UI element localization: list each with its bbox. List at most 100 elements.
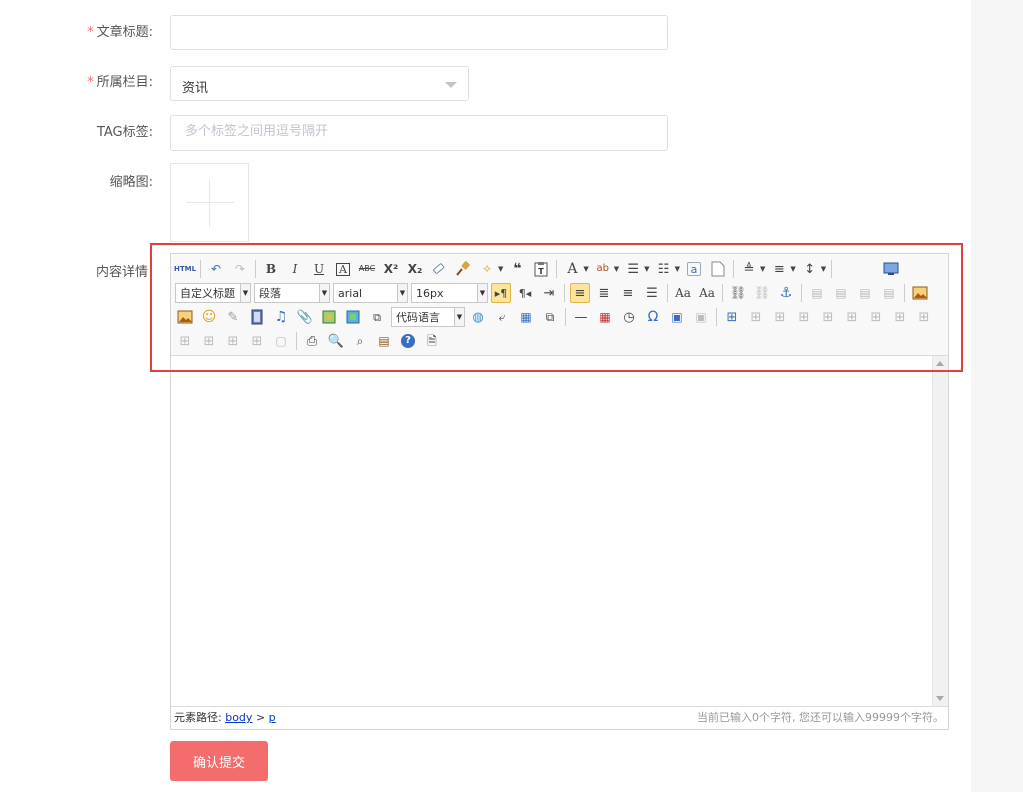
horizontal-rule-icon[interactable]: — [571, 307, 591, 327]
caret-down-icon[interactable]: ▼ [498, 265, 503, 273]
path-link-body[interactable]: body [225, 711, 252, 724]
unlink-icon[interactable]: ⛓ [752, 283, 772, 303]
merge-down-icon[interactable]: ⊞ [175, 331, 195, 351]
align-left-icon[interactable]: ≡ [570, 283, 590, 303]
scroll-down-icon[interactable] [936, 696, 944, 701]
align-justify-icon[interactable]: ☰ [642, 283, 662, 303]
format-painter-icon[interactable] [453, 259, 473, 279]
subscript-icon[interactable]: X₂ [405, 259, 425, 279]
image-center-icon[interactable]: ▤ [879, 283, 899, 303]
select-all-icon[interactable]: a [686, 262, 701, 276]
date-icon[interactable]: ▦ [595, 307, 615, 327]
uppercase-icon[interactable]: Aa [673, 283, 693, 303]
clear-doc-icon[interactable] [708, 259, 728, 279]
category-select[interactable]: 资讯 [170, 66, 469, 101]
delete-table-icon[interactable]: ⊞ [746, 307, 766, 327]
page-break-icon[interactable]: ⤶ [492, 307, 512, 327]
editor-scrollbar[interactable] [932, 356, 948, 706]
gmap-icon[interactable] [343, 307, 363, 327]
caret-down-icon[interactable]: ▼ [821, 265, 826, 273]
align-center-icon[interactable]: ≣ [594, 283, 614, 303]
caret-down-icon[interactable]: ▼ [760, 265, 765, 273]
merge-cells-icon[interactable]: ⊞ [890, 307, 910, 327]
fullscreen-icon[interactable] [881, 259, 901, 279]
auto-typeset-icon[interactable]: ✧ [477, 259, 497, 279]
indent-icon[interactable]: ⇥ [539, 283, 559, 303]
insert-table-icon[interactable]: ⊞ [722, 307, 742, 327]
attachment-icon[interactable]: 📎 [295, 307, 315, 327]
undo-icon[interactable]: ↶ [206, 259, 226, 279]
image-right-icon[interactable]: ▤ [855, 283, 875, 303]
caret-down-icon[interactable]: ▼ [644, 265, 649, 273]
music-icon[interactable]: ♫ [271, 307, 291, 327]
background-icon[interactable]: ▦ [516, 307, 536, 327]
italic-icon[interactable]: I [285, 259, 305, 279]
thumbnail-upload[interactable] [170, 163, 249, 242]
snapscreen-icon[interactable]: ▣ [667, 307, 687, 327]
delete-col-icon[interactable]: ⊞ [866, 307, 886, 327]
web-preview-icon[interactable]: 🗎 [422, 331, 442, 351]
underline-icon[interactable]: U [309, 259, 329, 279]
paragraph-format-select[interactable]: 段落 ▼ [254, 283, 330, 303]
image-left-icon[interactable]: ▤ [831, 283, 851, 303]
insert-col-icon[interactable]: ⊞ [842, 307, 862, 327]
align-right-icon[interactable]: ≡ [618, 283, 638, 303]
template-icon[interactable]: ◍ [468, 307, 488, 327]
image-none-icon[interactable]: ▤ [807, 283, 827, 303]
preview-icon[interactable]: 🔍 [326, 331, 346, 351]
caret-down-icon[interactable]: ▼ [790, 265, 795, 273]
ltr-direction-icon[interactable]: ▸¶ [491, 283, 511, 303]
scroll-up-icon[interactable] [936, 361, 944, 366]
unordered-list-icon[interactable]: ☷ [654, 259, 674, 279]
blockquote-icon[interactable]: ❝ [507, 259, 527, 279]
line-height-icon[interactable]: ↕ [800, 259, 820, 279]
font-color-icon[interactable]: A [562, 259, 582, 279]
delete-row-icon[interactable]: ⊞ [818, 307, 838, 327]
ordered-list-icon[interactable]: ☰ [623, 259, 643, 279]
caret-down-icon[interactable]: ▼ [583, 265, 588, 273]
superscript-icon[interactable]: X² [381, 259, 401, 279]
insert-image-icon[interactable] [910, 283, 930, 303]
caret-down-icon[interactable]: ▼ [675, 265, 680, 273]
special-char-icon[interactable]: Ω [643, 307, 663, 327]
split-to-cols-icon[interactable]: ⊞ [247, 331, 267, 351]
path-link-p[interactable]: p [269, 711, 276, 724]
rtl-direction-icon[interactable]: ¶◂ [515, 283, 535, 303]
print-icon[interactable]: ⎙ [302, 331, 322, 351]
multi-image-icon[interactable] [175, 307, 195, 327]
html-source-icon[interactable]: HTML [174, 259, 196, 279]
help-icon[interactable]: ? [398, 331, 418, 351]
time-icon[interactable]: ◷ [619, 307, 639, 327]
map-icon[interactable] [319, 307, 339, 327]
code-language-select[interactable]: 代码语言 ▼ [391, 307, 465, 327]
merge-right-icon[interactable]: ⊞ [914, 307, 934, 327]
drafts-icon[interactable]: ▤ [374, 331, 394, 351]
insert-video-icon[interactable] [247, 307, 267, 327]
row-spacing-top-icon[interactable]: ≜ [739, 259, 759, 279]
strikethrough-icon[interactable]: ABC [357, 259, 377, 279]
caret-down-icon[interactable]: ▼ [614, 265, 619, 273]
insert-paragraph-before-table-icon[interactable]: ⊞ [770, 307, 790, 327]
highlight-color-icon[interactable]: ab [593, 259, 613, 279]
font-family-select[interactable]: arial ▼ [333, 283, 408, 303]
insert-frame-icon[interactable]: ⧉ [367, 307, 387, 327]
eraser-icon[interactable] [429, 259, 449, 279]
search-replace-icon[interactable]: ⌕ [350, 331, 370, 351]
redo-icon[interactable]: ↷ [230, 259, 250, 279]
bold-icon[interactable]: B [261, 259, 281, 279]
font-border-icon[interactable]: A [333, 259, 353, 279]
font-size-select[interactable]: 16px ▼ [411, 283, 488, 303]
insert-row-icon[interactable]: ⊞ [794, 307, 814, 327]
emotion-icon[interactable]: ☺ [199, 307, 219, 327]
submit-button[interactable]: 确认提交 [170, 741, 268, 781]
scrawl-icon[interactable]: ✎ [223, 307, 243, 327]
lowercase-icon[interactable]: Aa [697, 283, 717, 303]
split-to-rows-icon[interactable]: ⊞ [223, 331, 243, 351]
chart-icon[interactable]: ▢ [271, 331, 291, 351]
row-spacing-bottom-icon[interactable]: ≡ [769, 259, 789, 279]
wordimage-icon[interactable]: ⧉ [540, 307, 560, 327]
paste-plain-icon[interactable]: T [531, 259, 551, 279]
link-icon[interactable]: ⛓ [728, 283, 748, 303]
custom-title-select[interactable]: 自定义标题 ▼ [175, 283, 251, 303]
tag-input[interactable]: 多个标签之间用逗号隔开 [170, 115, 668, 151]
